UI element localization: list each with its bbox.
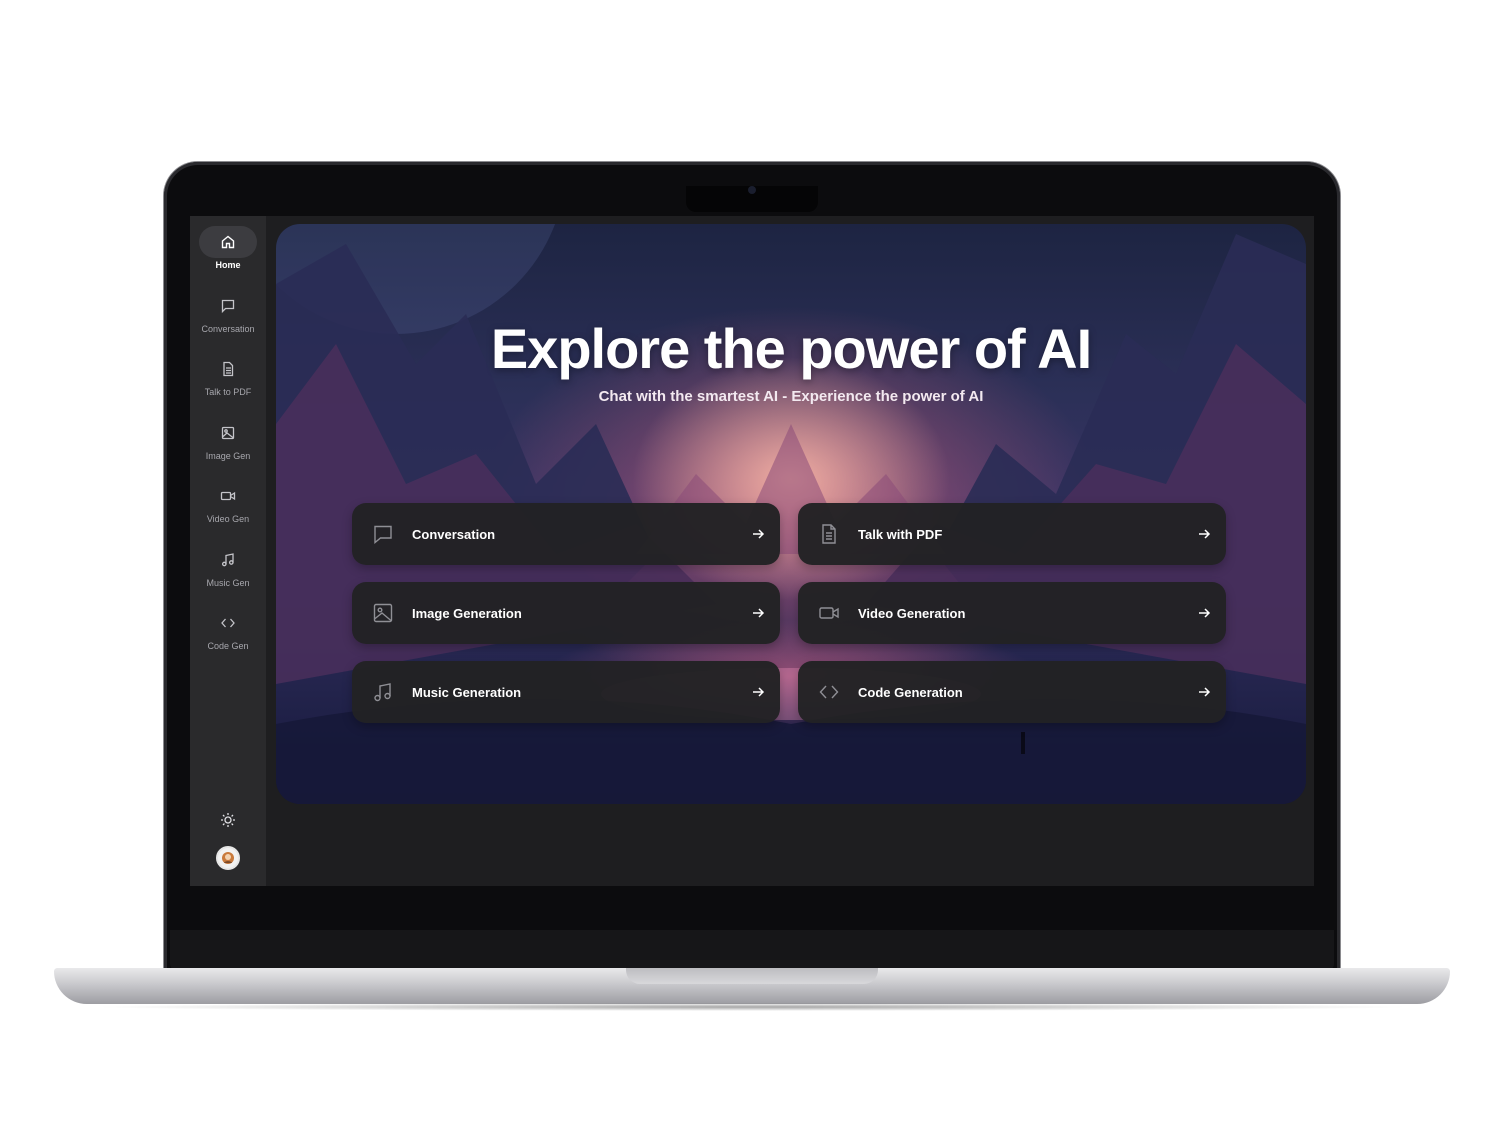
app-screen: Home Conversation Talk to PDF Image Gen … [190, 216, 1314, 886]
laptop-opening-notch [626, 968, 878, 984]
sidebar-item-image-gen[interactable]: Image Gen [196, 417, 260, 473]
music-note-icon [370, 679, 396, 705]
sun-icon[interactable] [216, 808, 240, 832]
hero-subtitle: Chat with the smartest AI - Experience t… [598, 388, 984, 405]
card-label: Image Generation [412, 605, 522, 621]
sidebar-item-code-gen[interactable]: Code Gen [196, 607, 260, 663]
sidebar-item-label: Talk to PDF [204, 387, 252, 397]
sidebar-item-label: Video Gen [206, 514, 250, 524]
sidebar-item-talk-to-pdf[interactable]: Talk to PDF [196, 353, 260, 409]
sidebar-item-home[interactable]: Home [196, 226, 260, 282]
arrow-right-icon [750, 605, 766, 621]
card-label: Code Generation [858, 684, 963, 700]
arrow-right-icon [1196, 605, 1212, 621]
hero-banner: Explore the power of AI Chat with the sm… [276, 224, 1306, 804]
image-icon [370, 600, 396, 626]
sidebar-item-music-gen[interactable]: Music Gen [196, 544, 260, 600]
card-label: Talk with PDF [858, 526, 943, 542]
card-conversation[interactable]: Conversation [352, 503, 780, 565]
image-icon [199, 417, 257, 449]
card-video-generation[interactable]: Video Generation [798, 582, 1226, 644]
sidebar-item-label: Music Gen [206, 578, 250, 588]
arrow-right-icon [750, 526, 766, 542]
card-image-generation[interactable]: Image Generation [352, 582, 780, 644]
arrow-right-icon [750, 684, 766, 700]
chat-bubble-icon [370, 521, 396, 547]
video-camera-icon [816, 600, 842, 626]
document-icon [199, 353, 257, 385]
code-brackets-icon [816, 679, 842, 705]
card-label: Conversation [412, 526, 496, 542]
document-icon [816, 521, 842, 547]
sidebar: Home Conversation Talk to PDF Image Gen … [190, 216, 266, 886]
sidebar-item-label: Code Gen [207, 641, 249, 651]
card-music-generation[interactable]: Music Generation [352, 661, 780, 723]
card-label: Video Generation [858, 605, 966, 621]
card-code-generation[interactable]: Code Generation [798, 661, 1226, 723]
sidebar-item-label: Image Gen [205, 451, 251, 461]
card-talk-with-pdf[interactable]: Talk with PDF [798, 503, 1226, 565]
webcam [748, 186, 756, 194]
sidebar-item-conversation[interactable]: Conversation [196, 290, 260, 346]
avatar[interactable] [216, 846, 240, 870]
music-note-icon [199, 544, 257, 576]
hero-title: Explore the power of AI [490, 317, 1092, 380]
home-icon [199, 226, 257, 258]
laptop-chin [170, 930, 1334, 970]
code-brackets-icon [199, 607, 257, 639]
card-label: Music Generation [412, 684, 522, 700]
chat-bubble-icon [199, 290, 257, 322]
sidebar-item-video-gen[interactable]: Video Gen [196, 480, 260, 536]
laptop-shadow [90, 1003, 1414, 1011]
arrow-right-icon [1196, 684, 1212, 700]
arrow-right-icon [1196, 526, 1212, 542]
sidebar-item-label: Conversation [201, 324, 255, 334]
video-camera-icon [199, 480, 257, 512]
sidebar-item-label: Home [215, 260, 241, 270]
